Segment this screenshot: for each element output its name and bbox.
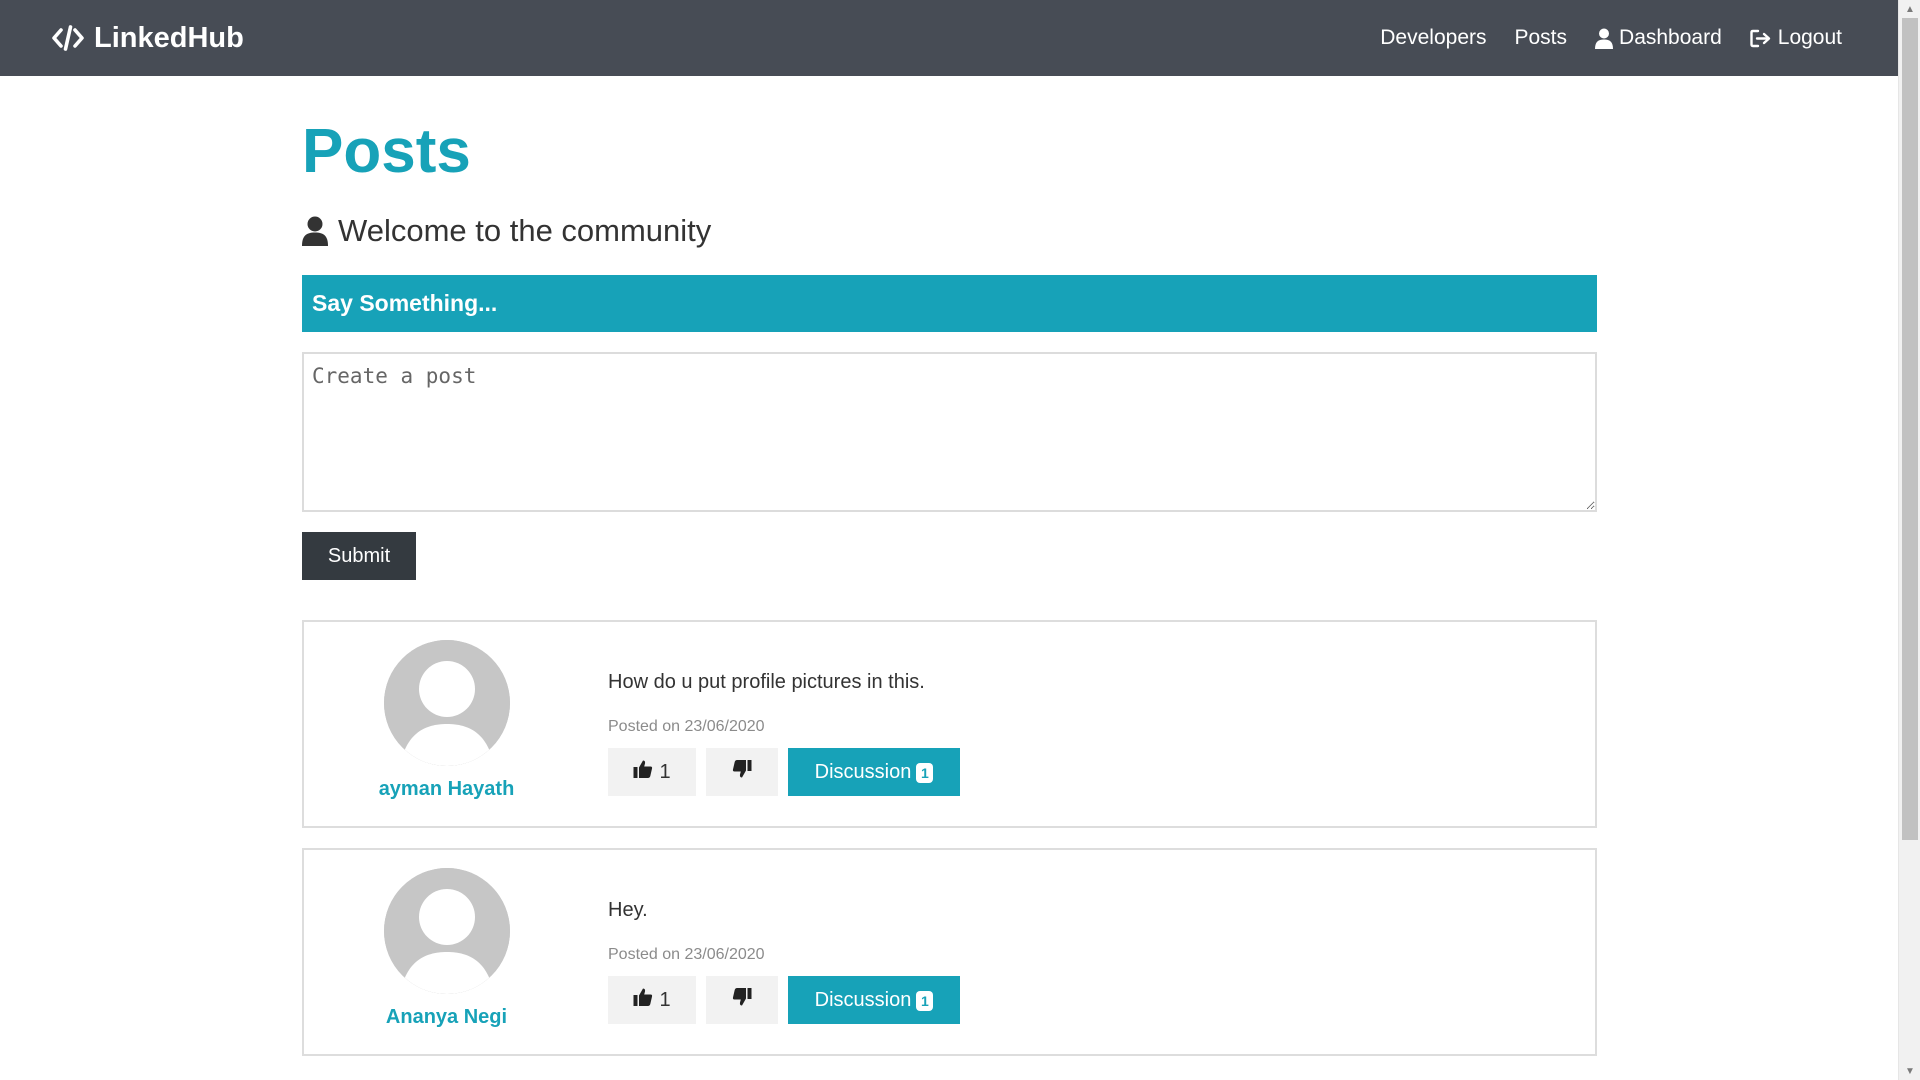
nav-developers-link[interactable]: Developers bbox=[1380, 26, 1486, 50]
nav-links: Developers Posts Dashboard Logout bbox=[1380, 26, 1846, 50]
thumbs-up-icon bbox=[633, 759, 653, 785]
scroll-up-arrow-icon[interactable]: ▲ bbox=[1899, 0, 1920, 18]
post-text: Hey. bbox=[608, 899, 648, 921]
create-post-textarea[interactable] bbox=[302, 352, 1597, 512]
scroll-down-arrow-icon[interactable]: ▼ bbox=[1899, 1062, 1920, 1080]
page-lead: Welcome to the community bbox=[302, 213, 1597, 249]
user-icon bbox=[302, 216, 328, 246]
nav-logout-label: Logout bbox=[1777, 26, 1842, 49]
post-date: Posted on 23/06/2020 bbox=[608, 718, 765, 735]
submit-button[interactable]: Submit bbox=[302, 532, 416, 580]
page-title: Posts bbox=[302, 117, 471, 186]
post-author-block: Ananya Negi bbox=[304, 868, 589, 1029]
user-icon bbox=[1595, 28, 1614, 49]
nav-dashboard-link[interactable]: Dashboard bbox=[1595, 26, 1722, 50]
post-author-name[interactable]: ayman Hayath bbox=[379, 778, 515, 801]
lead-text: Welcome to the community bbox=[338, 213, 712, 248]
nav-posts-link[interactable]: Posts bbox=[1515, 26, 1568, 50]
nav-dashboard-label: Dashboard bbox=[1619, 26, 1722, 49]
discussion-label: Discussion bbox=[814, 760, 912, 783]
thumbs-up-icon bbox=[633, 987, 653, 1013]
post-form-header: Say Something... bbox=[302, 275, 1597, 332]
post-actions: 1 Discussion 1 bbox=[608, 748, 960, 796]
post-text: How do u put profile pictures in this. bbox=[608, 671, 925, 693]
discussion-label: Discussion bbox=[814, 988, 912, 1011]
scroll-thumb[interactable] bbox=[1902, 18, 1918, 840]
thumbs-down-icon bbox=[732, 759, 752, 785]
like-count: 1 bbox=[659, 988, 671, 1011]
main-container: Posts Welcome to the community Say Somet… bbox=[302, 76, 1597, 1076]
brand-name: LinkedHub bbox=[94, 21, 244, 54]
posts-list: ayman Hayath How do u put profile pictur… bbox=[302, 620, 1597, 1056]
thumbs-down-icon bbox=[732, 987, 752, 1013]
dislike-button[interactable] bbox=[706, 748, 778, 796]
post-author-block: ayman Hayath bbox=[304, 640, 589, 801]
like-button[interactable]: 1 bbox=[608, 748, 696, 796]
post-body: How do u put profile pictures in this. P… bbox=[608, 670, 960, 796]
post-body: Hey. Posted on 23/06/2020 1 Discussion 1 bbox=[608, 898, 960, 1024]
post-actions: 1 Discussion 1 bbox=[608, 976, 960, 1024]
discussion-button[interactable]: Discussion 1 bbox=[788, 976, 960, 1024]
sign-out-icon bbox=[1750, 29, 1772, 48]
brand-link[interactable]: LinkedHub bbox=[52, 22, 244, 55]
nav-posts-label: Posts bbox=[1514, 26, 1568, 49]
code-icon bbox=[52, 24, 84, 52]
post-date: Posted on 23/06/2020 bbox=[608, 946, 765, 963]
discussion-button[interactable]: Discussion 1 bbox=[788, 748, 960, 796]
post-item: Ananya Negi Hey. Posted on 23/06/2020 1 bbox=[302, 848, 1597, 1056]
post-item: ayman Hayath How do u put profile pictur… bbox=[302, 620, 1597, 828]
nav-logout-link[interactable]: Logout bbox=[1750, 26, 1842, 50]
post-form-header-text: Say Something... bbox=[312, 290, 498, 316]
navbar: LinkedHub Developers Posts Dashboard Log… bbox=[0, 0, 1898, 76]
page-scrollbar[interactable]: ▲ ▼ bbox=[1898, 0, 1920, 1080]
dislike-button[interactable] bbox=[706, 976, 778, 1024]
like-button[interactable]: 1 bbox=[608, 976, 696, 1024]
nav-developers-label: Developers bbox=[1380, 26, 1487, 49]
avatar[interactable] bbox=[383, 868, 510, 994]
comment-count-badge: 1 bbox=[916, 763, 934, 783]
avatar[interactable] bbox=[383, 640, 510, 766]
comment-count-badge: 1 bbox=[916, 991, 934, 1011]
like-count: 1 bbox=[659, 760, 671, 783]
post-author-name[interactable]: Ananya Negi bbox=[386, 1006, 507, 1029]
